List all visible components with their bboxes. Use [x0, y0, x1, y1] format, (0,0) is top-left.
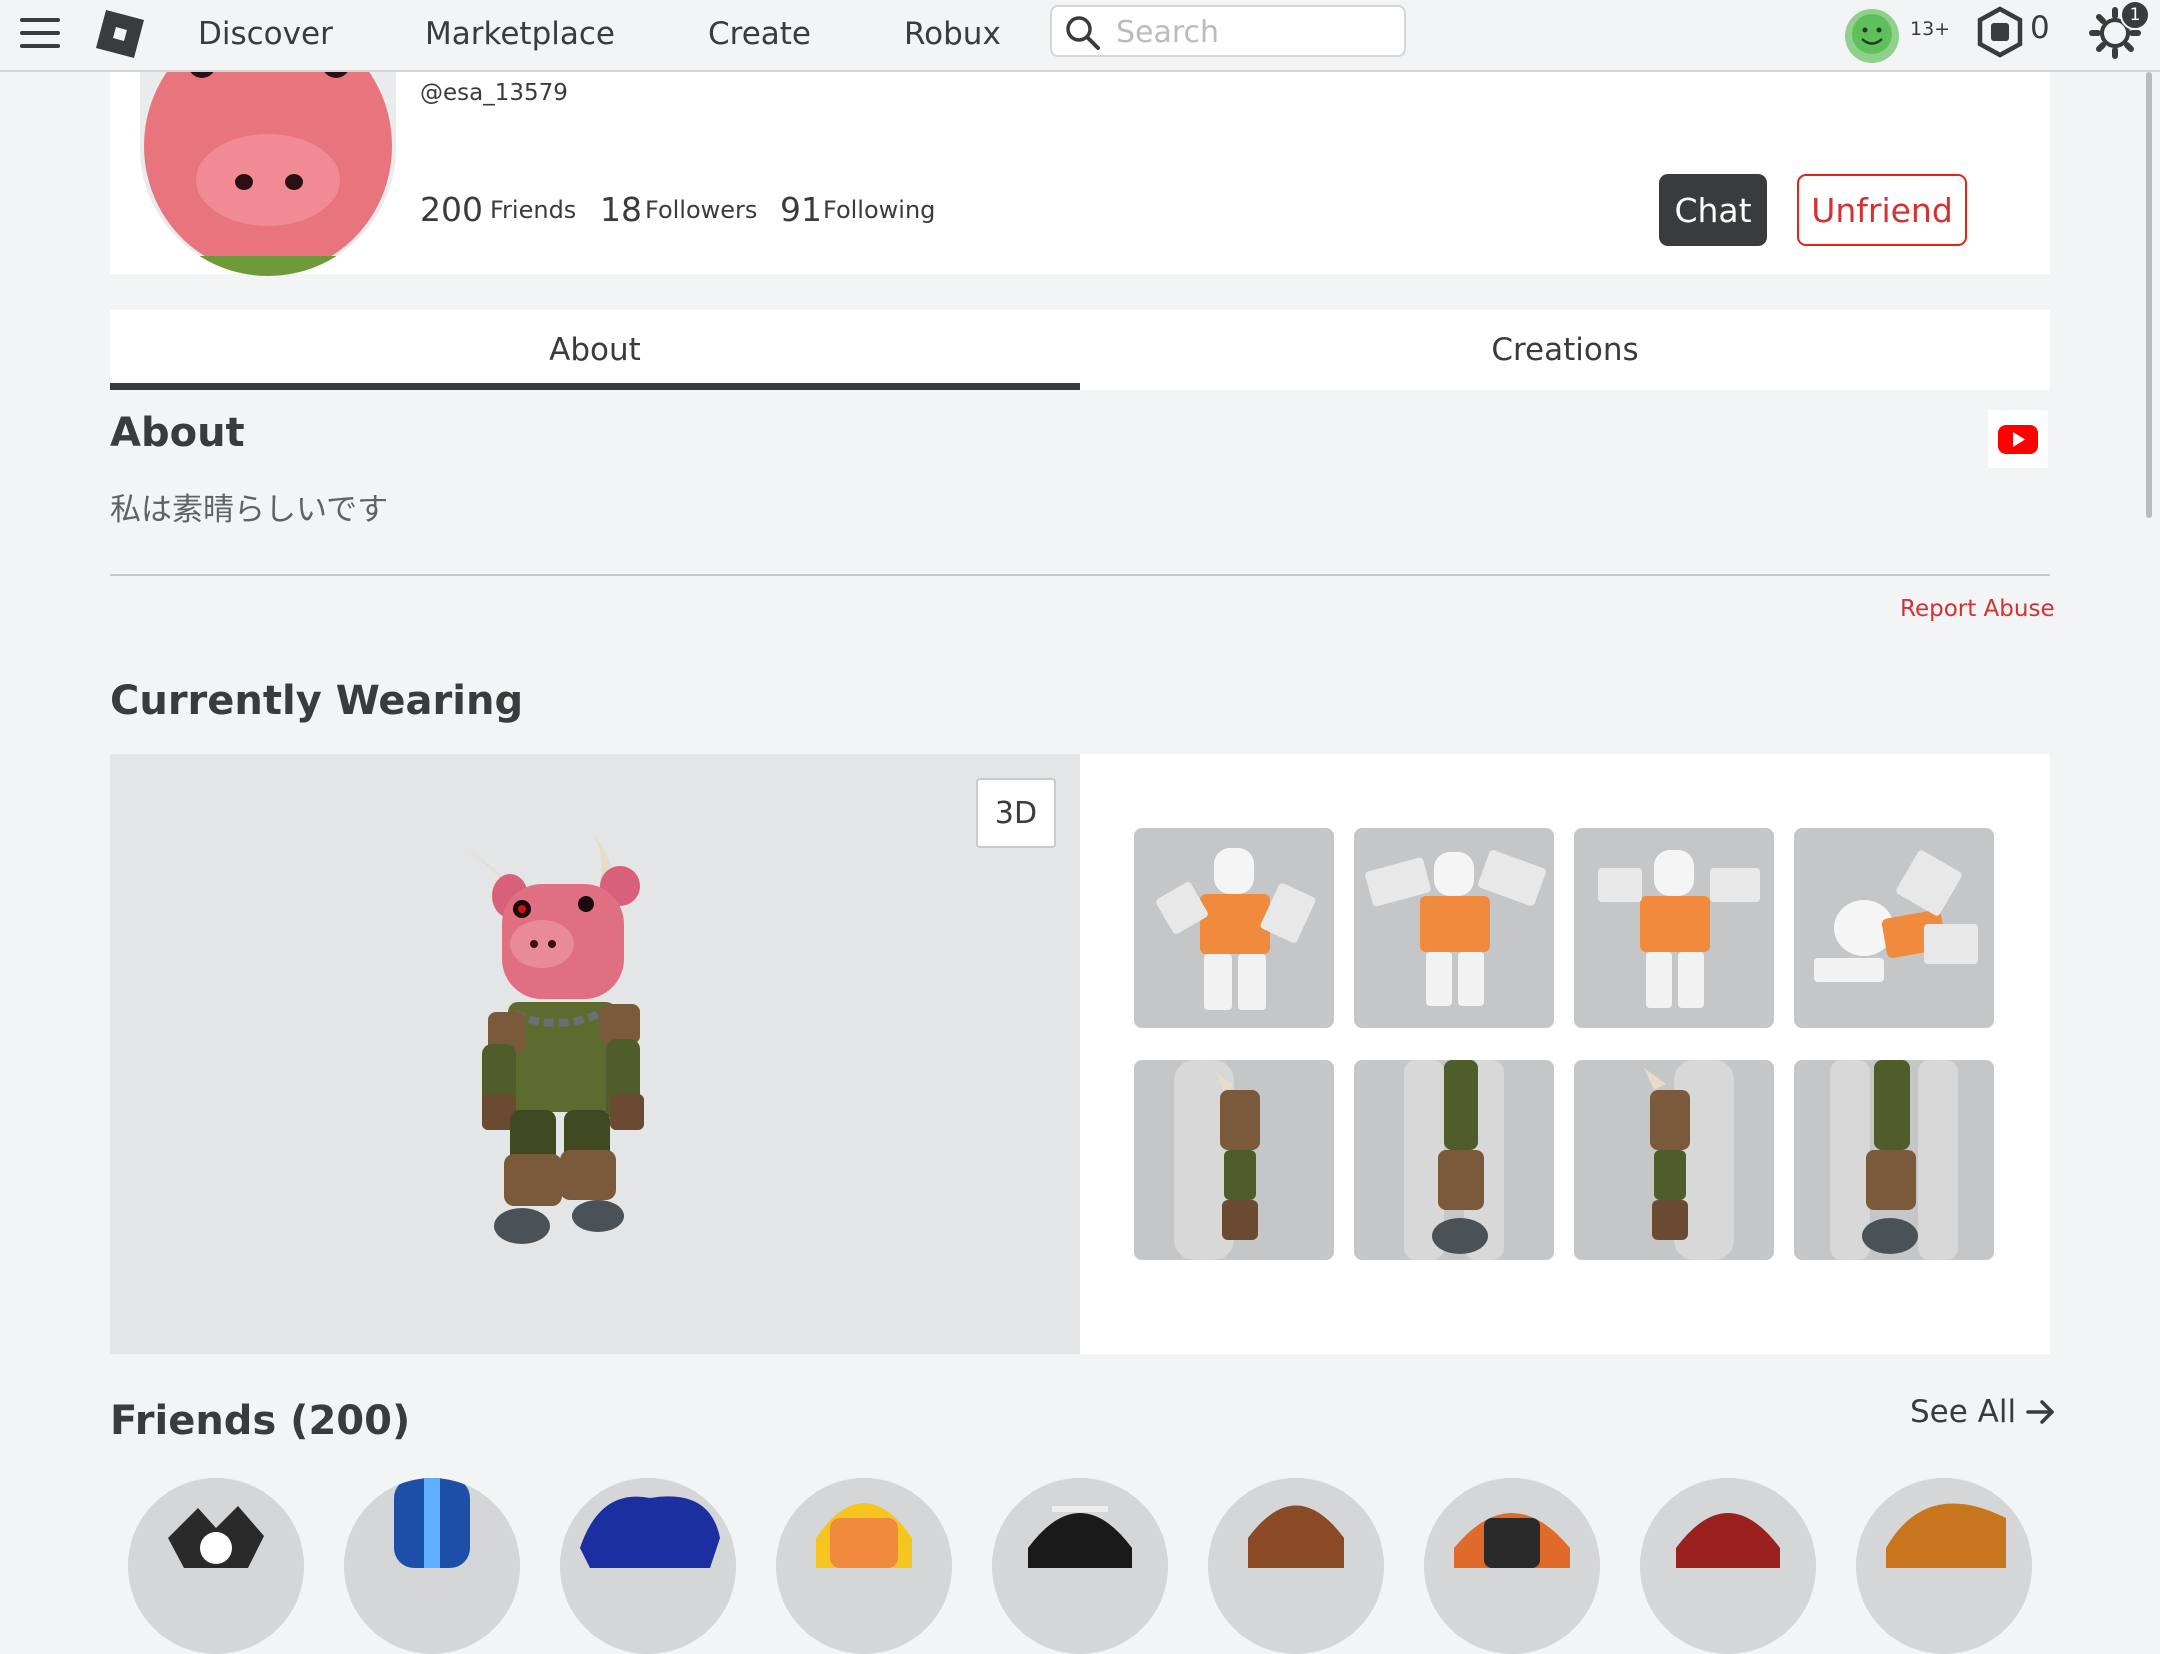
user-avatar-icon[interactable] — [1844, 8, 1900, 64]
search-input[interactable] — [1114, 13, 1398, 51]
about-divider — [110, 574, 2050, 576]
friends-label[interactable]: Friends — [490, 196, 576, 224]
nav-discover-link[interactable]: Discover — [198, 10, 333, 58]
nav-robux-link[interactable]: Robux — [904, 10, 1001, 58]
friend-avatar[interactable] — [1208, 1478, 1384, 1654]
youtube-icon — [1998, 425, 2038, 454]
age-rating-label: 13+ — [1910, 18, 1951, 40]
top-navigation-bar: Discover Marketplace Create Robux 13+ 0 … — [0, 0, 2160, 72]
profile-tabs: About Creations — [110, 310, 2050, 390]
worn-item-thumbnail[interactable] — [1574, 828, 1774, 1028]
friend-avatar[interactable] — [344, 1478, 520, 1654]
youtube-link[interactable] — [1988, 410, 2048, 468]
worn-item-thumbnail[interactable] — [1794, 1060, 1994, 1260]
robux-balance[interactable]: 0 — [2030, 10, 2050, 46]
avatar-figure — [460, 834, 644, 1244]
friend-avatar[interactable] — [1856, 1478, 2032, 1654]
wearing-items-grid — [1080, 754, 2050, 1354]
friend-avatar[interactable] — [992, 1478, 1168, 1654]
arrow-right-icon — [2026, 1400, 2054, 1424]
see-all-friends-link[interactable]: See All — [1910, 1394, 2056, 1430]
friends-heading: Friends (200) — [110, 1398, 411, 1444]
search-box[interactable] — [1050, 5, 1406, 57]
notification-badge: 1 — [2120, 0, 2150, 30]
nav-marketplace-link[interactable]: Marketplace — [425, 10, 615, 58]
worn-item-thumbnail[interactable] — [1134, 1060, 1334, 1260]
search-icon — [1066, 16, 1100, 50]
worn-item-thumbnail[interactable] — [1574, 1060, 1774, 1260]
worn-item-thumbnail[interactable] — [1134, 828, 1334, 1028]
currently-wearing-heading: Currently Wearing — [110, 678, 524, 724]
about-description: 私は素晴らしいです — [110, 492, 389, 528]
following-count[interactable]: 91 — [780, 190, 822, 229]
friends-count[interactable]: 200 — [420, 190, 483, 229]
toggle-3d-button[interactable]: 3D — [976, 778, 1056, 848]
worn-item-thumbnail[interactable] — [1794, 828, 1994, 1028]
nav-create-link[interactable]: Create — [708, 10, 811, 58]
followers-count[interactable]: 18 — [600, 190, 642, 229]
avatar-preview[interactable]: 3D — [110, 754, 1080, 1354]
report-abuse-link[interactable]: Report Abuse — [1900, 596, 2055, 622]
profile-header: @esa_13579 200 Friends 18 Followers 91 F… — [110, 50, 2050, 276]
friend-avatar[interactable] — [560, 1478, 736, 1654]
tab-about[interactable]: About — [110, 310, 1080, 390]
about-heading: About — [110, 410, 245, 456]
profile-handle: @esa_13579 — [420, 80, 568, 106]
page-scrollbar[interactable] — [2146, 72, 2152, 518]
worn-item-thumbnail[interactable] — [1354, 1060, 1554, 1260]
friend-avatar[interactable] — [776, 1478, 952, 1654]
following-label[interactable]: Following — [823, 196, 935, 224]
tab-creations[interactable]: Creations — [1080, 310, 2050, 390]
see-all-label: See All — [1910, 1394, 2017, 1430]
friend-avatar[interactable] — [1640, 1478, 1816, 1654]
roblox-logo-icon[interactable] — [94, 8, 146, 60]
followers-label[interactable]: Followers — [645, 196, 757, 224]
friend-avatar[interactable] — [1424, 1478, 1600, 1654]
unfriend-button[interactable]: Unfriend — [1797, 174, 1967, 246]
friend-avatar[interactable] — [128, 1478, 304, 1654]
robux-icon[interactable] — [1976, 6, 2024, 58]
menu-icon[interactable] — [20, 18, 60, 52]
chat-button[interactable]: Chat — [1659, 174, 1767, 246]
worn-item-thumbnail[interactable] — [1354, 828, 1554, 1028]
profile-avatar — [140, 50, 396, 276]
